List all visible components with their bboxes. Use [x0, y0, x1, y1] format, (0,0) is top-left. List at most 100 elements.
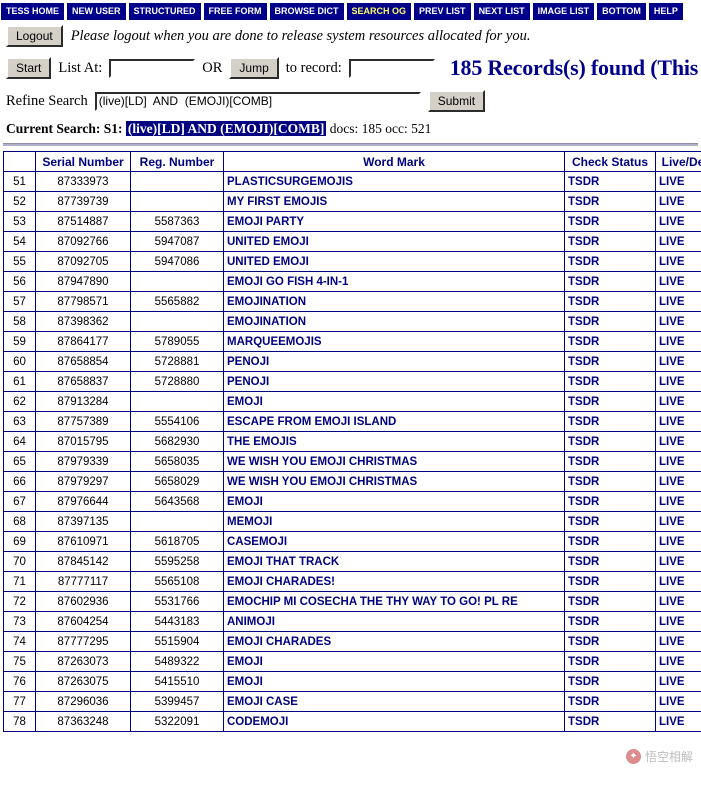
table-row: 77 87296036 5399457 EMOJI CASE TSDR LIVE [3, 691, 701, 712]
reg-number: 5728881 [130, 351, 224, 372]
check-status[interactable]: TSDR [564, 331, 656, 352]
check-status[interactable]: TSDR [564, 191, 656, 212]
check-status[interactable]: TSDR [564, 311, 656, 332]
start-button[interactable]: Start [6, 57, 52, 79]
word-mark[interactable]: EMOJI [223, 491, 565, 512]
word-mark[interactable]: UNITED EMOJI [223, 231, 565, 252]
check-status[interactable]: TSDR [564, 351, 656, 372]
word-mark[interactable]: UNITED EMOJI [223, 251, 565, 272]
table-row: 73 87604254 5443183 ANIMOJI TSDR LIVE [3, 611, 701, 632]
word-mark[interactable]: THE EMOJIS [223, 431, 565, 452]
check-status[interactable]: TSDR [564, 471, 656, 492]
reg-number: 5595258 [130, 551, 224, 572]
check-status[interactable]: TSDR [564, 491, 656, 512]
word-mark[interactable]: CODEMOJI [223, 711, 565, 732]
table-row: 68 87397135 MEMOJI TSDR LIVE [3, 511, 701, 532]
row-number: 55 [3, 251, 36, 272]
check-status[interactable]: TSDR [564, 591, 656, 612]
nav-button-next-list[interactable]: Next List [473, 2, 530, 20]
word-mark[interactable]: PENOJI [223, 351, 565, 372]
live-dead: LIVE [655, 391, 701, 412]
nav-button-new-user[interactable]: New User [67, 2, 126, 20]
word-mark[interactable]: EMOJI [223, 651, 565, 672]
check-status[interactable]: TSDR [564, 691, 656, 712]
check-status[interactable]: TSDR [564, 171, 656, 192]
nav-button-tess-home[interactable]: TESS Home [1, 2, 65, 20]
check-status[interactable]: TSDR [564, 671, 656, 692]
nav-button-browse-dict[interactable]: Browse Dict [269, 2, 344, 20]
check-status[interactable]: TSDR [564, 431, 656, 452]
word-mark[interactable]: EMOJI CHARADES! [223, 571, 565, 592]
nav-button-prev-list[interactable]: Prev List [414, 2, 471, 20]
check-status[interactable]: TSDR [564, 251, 656, 272]
check-status[interactable]: TSDR [564, 451, 656, 472]
check-status[interactable]: TSDR [564, 511, 656, 532]
word-mark[interactable]: EMOJI [223, 391, 565, 412]
check-status[interactable]: TSDR [564, 531, 656, 552]
submit-button[interactable]: Submit [427, 90, 486, 112]
word-mark[interactable]: WE WISH YOU EMOJI CHRISTMAS [223, 451, 565, 472]
check-status[interactable]: TSDR [564, 411, 656, 432]
word-mark[interactable]: EMOJINATION [223, 311, 565, 332]
logout-button[interactable]: Logout [6, 25, 63, 47]
check-status[interactable]: TSDR [564, 611, 656, 632]
refine-search-input[interactable] [94, 91, 421, 111]
word-mark[interactable]: EMOJI CHARADES [223, 631, 565, 652]
reg-number: 5554106 [130, 411, 224, 432]
word-mark[interactable]: PENOJI [223, 371, 565, 392]
serial-number: 87604254 [35, 611, 131, 632]
table-row: 71 87777117 5565108 EMOJI CHARADES! TSDR LIVE [3, 571, 701, 592]
table-row: 78 87363248 5322091 CODEMOJI TSDR LIVE [3, 711, 701, 732]
reg-number [130, 311, 224, 332]
word-mark[interactable]: WE WISH YOU EMOJI CHRISTMAS [223, 471, 565, 492]
list-at-label: List At: [58, 59, 103, 76]
nav-button-free-form[interactable]: Free Form [203, 2, 267, 20]
row-number: 68 [3, 511, 36, 532]
word-mark[interactable]: EMOJI [223, 671, 565, 692]
check-status[interactable]: TSDR [564, 711, 656, 732]
nav-button-structured[interactable]: Structured [128, 2, 201, 20]
reg-number: 5565108 [130, 571, 224, 592]
results-table: Serial Number Reg. Number Word Mark Chec… [3, 151, 701, 732]
serial-number: 87333973 [35, 171, 131, 192]
jump-button[interactable]: Jump [229, 57, 279, 79]
reg-number [130, 191, 224, 212]
live-dead: LIVE [655, 451, 701, 472]
header-row-number [3, 151, 36, 172]
word-mark[interactable]: ANIMOJI [223, 611, 565, 632]
word-mark[interactable]: ESCAPE FROM EMOJI ISLAND [223, 411, 565, 432]
check-status[interactable]: TSDR [564, 371, 656, 392]
word-mark[interactable]: PLASTICSURGEMOJIS [223, 171, 565, 192]
check-status[interactable]: TSDR [564, 211, 656, 232]
check-status[interactable]: TSDR [564, 271, 656, 292]
check-status[interactable]: TSDR [564, 651, 656, 672]
word-mark[interactable]: EMOCHIP MI COSECHA THE THY WAY TO GO! PL… [223, 591, 565, 612]
results-table-wrapper: Serial Number Reg. Number Word Mark Chec… [0, 151, 701, 732]
nav-button-search-og[interactable]: Search OG [346, 2, 412, 20]
to-record-input[interactable] [348, 58, 435, 78]
serial-number: 87015795 [35, 431, 131, 452]
word-mark[interactable]: CASEMOJI [223, 531, 565, 552]
nav-button-image-list[interactable]: Image List [532, 2, 595, 20]
check-status[interactable]: TSDR [564, 551, 656, 572]
word-mark[interactable]: EMOJINATION [223, 291, 565, 312]
word-mark[interactable]: EMOJI THAT TRACK [223, 551, 565, 572]
check-status[interactable]: TSDR [564, 631, 656, 652]
check-status[interactable]: TSDR [564, 391, 656, 412]
word-mark[interactable]: MARQUEEMOJIS [223, 331, 565, 352]
word-mark[interactable]: EMOJI CASE [223, 691, 565, 712]
word-mark[interactable]: MEMOJI [223, 511, 565, 532]
header-live-dead: Live/Dead [655, 151, 701, 172]
check-status[interactable]: TSDR [564, 571, 656, 592]
nav-button-help[interactable]: Help [648, 2, 683, 20]
serial-number: 87658854 [35, 351, 131, 372]
check-status[interactable]: TSDR [564, 291, 656, 312]
word-mark[interactable]: MY FIRST EMOJIS [223, 191, 565, 212]
table-row: 69 87610971 5618705 CASEMOJI TSDR LIVE [3, 531, 701, 552]
word-mark[interactable]: EMOJI PARTY [223, 211, 565, 232]
list-at-input[interactable] [109, 58, 196, 78]
reg-number: 5515904 [130, 631, 224, 652]
word-mark[interactable]: EMOJI GO FISH 4-IN-1 [223, 271, 565, 292]
nav-button-bottom[interactable]: Bottom [597, 2, 646, 20]
check-status[interactable]: TSDR [564, 231, 656, 252]
